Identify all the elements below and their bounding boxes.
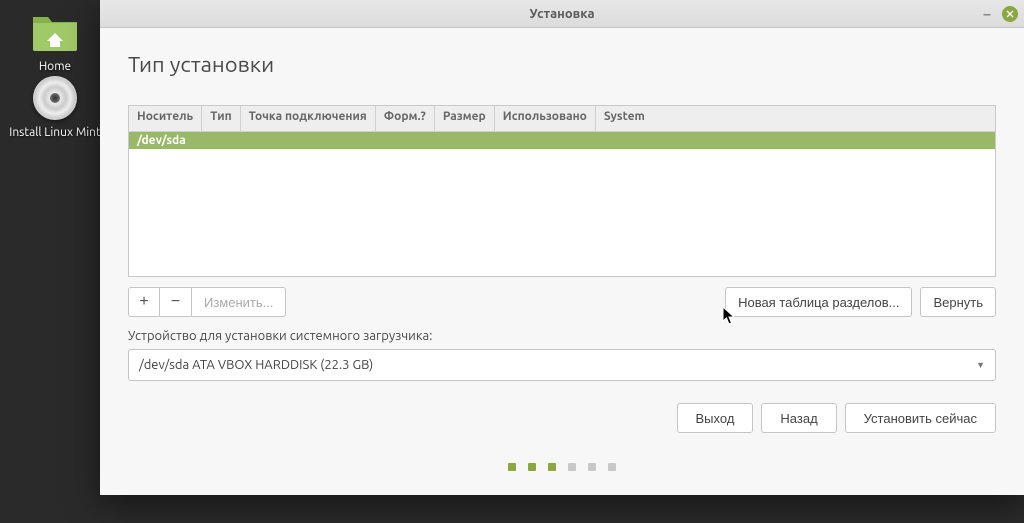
partition-toolbar: + − Изменить... Новая таблица разделов..… xyxy=(128,287,996,317)
col-size[interactable]: Размер xyxy=(435,106,495,131)
progress-dot xyxy=(608,463,616,471)
col-mount[interactable]: Точка подключения xyxy=(241,106,376,131)
col-type[interactable]: Тип xyxy=(202,106,240,131)
progress-dot xyxy=(588,463,596,471)
bootloader-label: Устройство для установки системного загр… xyxy=(128,329,996,343)
nav-buttons: Выход Назад Установить сейчас xyxy=(128,403,996,433)
folder-icon xyxy=(31,8,79,56)
col-used[interactable]: Использовано xyxy=(495,106,596,131)
progress-dot xyxy=(528,463,536,471)
table-header: Носитель Тип Точка подключения Форм.? Ра… xyxy=(129,106,995,132)
table-row[interactable]: /dev/sda xyxy=(129,132,995,149)
page-title: Тип установки xyxy=(128,52,996,77)
desktop-icon-home[interactable]: Home xyxy=(5,8,105,73)
partition-table: Носитель Тип Точка подключения Форм.? Ра… xyxy=(128,105,996,277)
chevron-down-icon: ▼ xyxy=(976,360,985,370)
progress-dots xyxy=(508,463,616,471)
bootloader-device-dropdown[interactable]: /dev/sda ATA VBOX HARDDISK (22.3 GB) ▼ xyxy=(128,349,996,381)
dropdown-value: /dev/sda ATA VBOX HARDDISK (22.3 GB) xyxy=(139,358,976,372)
progress-dot xyxy=(548,463,556,471)
progress-dot xyxy=(568,463,576,471)
add-partition-button[interactable]: + xyxy=(128,287,160,317)
col-device[interactable]: Носитель xyxy=(129,106,202,131)
disc-icon xyxy=(31,74,79,122)
window-title: Установка xyxy=(100,7,1024,21)
install-now-button[interactable]: Установить сейчас xyxy=(845,403,996,433)
revert-button[interactable]: Вернуть xyxy=(920,287,996,317)
back-button[interactable]: Назад xyxy=(761,403,836,433)
change-partition-button[interactable]: Изменить... xyxy=(192,287,286,317)
new-partition-table-button[interactable]: Новая таблица разделов... xyxy=(725,287,912,317)
desktop-icon-label: Install Linux Mint xyxy=(5,126,105,139)
table-body[interactable]: /dev/sda xyxy=(129,132,995,276)
close-button[interactable] xyxy=(1002,6,1018,22)
close-icon xyxy=(1006,10,1014,18)
desktop-icon-label: Home xyxy=(5,60,105,73)
installer-window: Установка – Тип установки Носитель Тип Т… xyxy=(100,0,1024,495)
quit-button[interactable]: Выход xyxy=(677,403,754,433)
minimize-button[interactable]: – xyxy=(980,7,994,21)
desktop-icon-installer[interactable]: Install Linux Mint xyxy=(5,74,105,139)
titlebar: Установка – xyxy=(100,0,1024,28)
progress-dot xyxy=(508,463,516,471)
remove-partition-button[interactable]: − xyxy=(160,287,192,317)
col-format[interactable]: Форм.? xyxy=(376,106,435,131)
col-system[interactable]: System xyxy=(596,106,995,131)
